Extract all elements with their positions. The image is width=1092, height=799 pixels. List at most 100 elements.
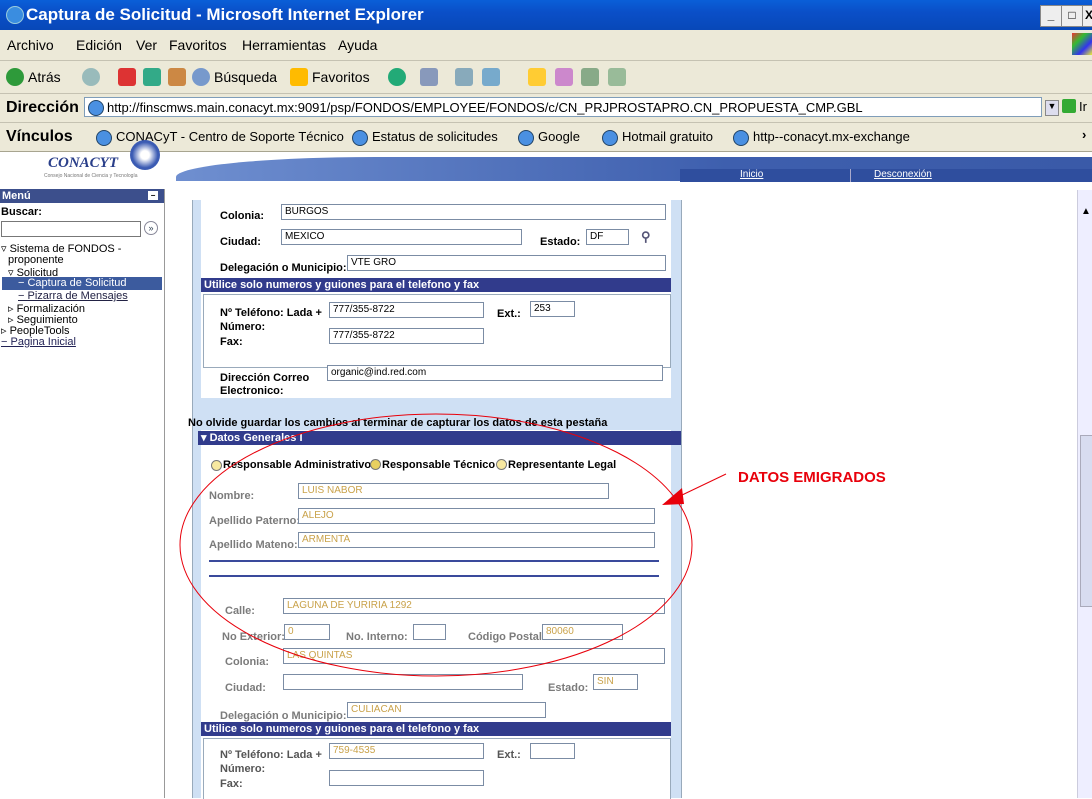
toolbar: Atrás Búsqueda Favoritos [0, 61, 1092, 94]
minimize-button[interactable]: _ [1040, 5, 1062, 27]
ciudad-label: Ciudad: [220, 236, 261, 248]
phone-hint-bar: Utilice solo numeros y guiones para el t… [201, 278, 671, 292]
estado-input[interactable]: DF [586, 229, 629, 245]
history-icon[interactable] [388, 68, 406, 86]
back-arrow-icon[interactable] [6, 68, 24, 86]
ie-page-icon [96, 129, 112, 146]
desconexion-link[interactable]: Desconexión [874, 169, 932, 180]
telefono-label: Nº Teléfono: Lada + [220, 307, 322, 319]
menu-ver[interactable]: Ver [136, 37, 157, 53]
menu-ayuda[interactable]: Ayuda [338, 37, 377, 53]
print-icon[interactable] [455, 68, 473, 86]
numero-label: Número: [220, 321, 266, 333]
inicio-link[interactable]: Inicio [740, 169, 763, 180]
favorites-star-icon[interactable] [290, 68, 308, 86]
windows-flag-icon [1072, 33, 1092, 55]
links-label: Vínculos [6, 128, 73, 145]
link-hotmail[interactable]: Hotmail gratuito [602, 129, 713, 146]
colonia-input[interactable]: BURGOS [281, 204, 666, 220]
correo-label-2: Electronico: [220, 385, 284, 397]
fax2-input[interactable] [329, 770, 484, 786]
nav-pagina-inicial[interactable]: − Pagina Inicial [1, 336, 76, 348]
colonia-label: Colonia: [220, 210, 264, 222]
address-url: http://finscmws.main.conacyt.mx:9091/psp… [107, 100, 863, 115]
menu-archivo[interactable]: Archivo [7, 37, 54, 53]
messenger-icon[interactable] [555, 68, 573, 86]
conacyt-emblem-icon [130, 140, 160, 170]
tools-icon[interactable] [581, 68, 599, 86]
close-button[interactable]: X [1082, 5, 1092, 27]
stop-icon[interactable] [118, 68, 136, 86]
vertical-scrollbar[interactable]: ▲ [1077, 190, 1092, 798]
annotation-arrow-head [662, 488, 684, 505]
correo-input[interactable]: organic@ind.red.com [327, 365, 663, 381]
link-conacyt[interactable]: CONACyT - Centro de Soporte Técnico [96, 129, 344, 146]
links-bar: Vínculos CONACyT - Centro de Soporte Téc… [0, 123, 1092, 152]
go-icon[interactable] [1062, 99, 1076, 113]
research-icon[interactable] [608, 68, 626, 86]
title-bar: Captura de Solicitud - Microsoft Interne… [0, 0, 1092, 30]
search-button[interactable]: Búsqueda [214, 69, 277, 85]
ciudad-input[interactable]: MEXICO [281, 229, 522, 245]
delegacion-input[interactable]: VTE GRO [347, 255, 666, 271]
search-go-icon[interactable]: » [144, 221, 158, 235]
annotation-overlay [179, 413, 727, 677]
folder-icon[interactable] [528, 68, 546, 86]
back-button[interactable]: Atrás [28, 69, 61, 85]
telefono-input[interactable]: 777/355-8722 [329, 302, 484, 318]
go-button[interactable]: Ir [1079, 99, 1087, 114]
page-icon [88, 100, 104, 116]
menu-bar: Archivo Edición Ver Favoritos Herramient… [0, 30, 1092, 61]
search-icon[interactable] [192, 68, 210, 86]
nav-divider [164, 189, 165, 798]
refresh-icon[interactable] [143, 68, 161, 86]
mail-icon[interactable] [420, 68, 438, 86]
annotation-arrow-line [679, 473, 727, 497]
address-dropdown-icon[interactable]: ▼ [1045, 100, 1059, 116]
link-exchange[interactable]: http--conacyt.mx-exchange [733, 129, 910, 146]
menu-edicion[interactable]: Edición [76, 37, 122, 53]
ie-page-icon [518, 129, 534, 146]
scroll-thumb[interactable] [1080, 435, 1092, 607]
window-title: Captura de Solicitud - Microsoft Interne… [26, 5, 424, 24]
numero2-label: Número: [220, 763, 266, 775]
nav-pizarra[interactable]: − Pizarra de Mensajes [18, 290, 128, 302]
left-menu: Menú − Buscar: » ▿ Sistema de FONDOS - pr… [0, 189, 164, 789]
buscar-label: Buscar: [1, 206, 42, 218]
header-nav-strip: Inicio Desconexión [680, 169, 1092, 182]
home-icon[interactable] [168, 68, 186, 86]
nav-captura-selected[interactable]: − Captura de Solicitud [2, 277, 162, 290]
phone-hint-bar-2: Utilice solo numeros y guiones para el t… [201, 722, 671, 736]
delegacion-label: Delegación o Municipio: [220, 262, 347, 274]
scroll-up-icon[interactable]: ▲ [1081, 206, 1091, 217]
menu-header: Menú − [0, 189, 164, 203]
fax-input[interactable]: 777/355-8722 [329, 328, 484, 344]
fax2-label: Fax: [220, 778, 243, 790]
address-bar: Dirección http://finscmws.main.conacyt.m… [0, 94, 1092, 123]
ext2-input[interactable] [530, 743, 575, 759]
ie-page-icon [733, 129, 749, 146]
ext-label: Ext.: [497, 308, 521, 320]
ext-input[interactable]: 253 [530, 301, 575, 317]
links-more-icon[interactable]: › [1082, 127, 1086, 142]
forward-arrow-icon[interactable] [82, 68, 100, 86]
search-menu-input[interactable] [1, 221, 141, 237]
edit-icon[interactable] [482, 68, 500, 86]
lookup-icon[interactable]: ⚲ [641, 229, 651, 245]
link-google[interactable]: Google [518, 129, 580, 146]
ie-logo-icon [6, 6, 24, 24]
favorites-button[interactable]: Favoritos [312, 69, 370, 85]
separator [850, 169, 851, 182]
menu-favoritos[interactable]: Favoritos [169, 37, 227, 53]
conacyt-logo: CONACYT Consejo Nacional de Ciencia y Te… [20, 140, 160, 179]
delegacion2-input[interactable]: CULIACAN [347, 702, 546, 718]
estado-label: Estado: [540, 236, 581, 248]
nav-sistema-2[interactable]: proponente [8, 254, 64, 266]
collapse-icon[interactable]: − [148, 191, 158, 200]
correo-label: Dirección Correo [220, 372, 310, 384]
telefono2-input[interactable]: 759-4535 [329, 743, 484, 759]
menu-herramientas[interactable]: Herramientas [242, 37, 326, 53]
address-input[interactable]: http://finscmws.main.conacyt.mx:9091/psp… [84, 97, 1042, 117]
maximize-button[interactable]: □ [1061, 5, 1083, 27]
link-estatus[interactable]: Estatus de solicitudes [352, 129, 498, 146]
